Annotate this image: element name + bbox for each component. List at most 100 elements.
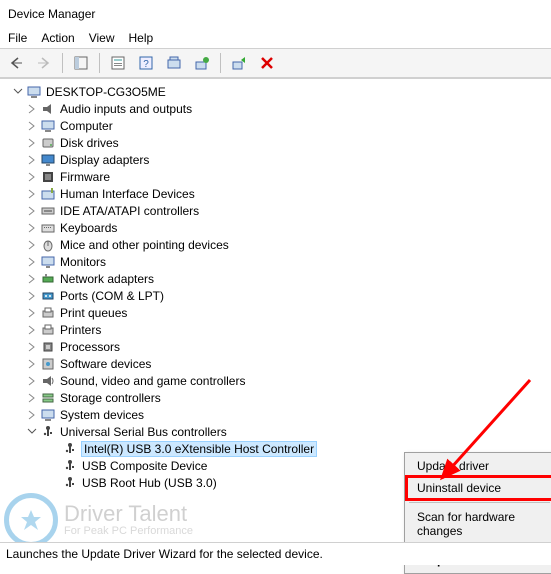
mouse-icon [40,237,56,253]
help-button[interactable]: ? [134,51,158,75]
menu-help[interactable]: Help [129,31,154,45]
tree-category-ide-ata-atapi-controllers[interactable]: IDE ATA/ATAPI controllers [4,202,551,219]
expand-icon[interactable] [26,205,38,217]
item-label: USB Root Hub (USB 3.0) [82,476,217,490]
expand-icon[interactable] [26,120,38,132]
tree-root[interactable]: DESKTOP-CG3O5ME [4,83,551,100]
expand-icon[interactable] [26,103,38,115]
audio-icon [40,101,56,117]
enable-device-button[interactable] [227,51,251,75]
menu-view[interactable]: View [89,31,115,45]
menu-scan-hardware[interactable]: Scan for hardware changes [407,506,551,542]
category-label: Display adapters [60,153,149,167]
toolbar: ? [0,48,551,78]
expand-icon[interactable] [26,273,38,285]
menu-update-driver[interactable]: Update driver [407,455,551,477]
toolbar-separator [220,53,221,73]
back-button[interactable] [4,51,28,75]
monitor-icon [40,254,56,270]
show-hide-tree-button[interactable] [69,51,93,75]
tree-category-universal-serial-bus-controllers[interactable]: Universal Serial Bus controllers [4,423,551,440]
computer-icon [40,118,56,134]
expand-icon[interactable] [26,188,38,200]
expand-icon[interactable] [12,86,24,98]
category-label: Storage controllers [60,391,161,405]
forward-button[interactable] [32,51,56,75]
keyboard-icon [40,220,56,236]
expand-icon[interactable] [26,392,38,404]
ide-icon [40,203,56,219]
tree-category-computer[interactable]: Computer [4,117,551,134]
tree-category-monitors[interactable]: Monitors [4,253,551,270]
expand-icon[interactable] [26,171,38,183]
menubar: File Action View Help [0,28,551,48]
update-driver-button[interactable] [190,51,214,75]
hid-icon [40,186,56,202]
menu-file[interactable]: File [8,31,27,45]
svg-text:?: ? [143,59,149,70]
tree-category-storage-controllers[interactable]: Storage controllers [4,389,551,406]
firmware-icon [40,169,56,185]
tree-category-display-adapters[interactable]: Display adapters [4,151,551,168]
category-label: Universal Serial Bus controllers [60,425,227,439]
usb-icon [62,475,78,491]
network-icon [40,271,56,287]
usb-icon [62,441,78,457]
tree-category-keyboards[interactable]: Keyboards [4,219,551,236]
tree-category-firmware[interactable]: Firmware [4,168,551,185]
cpu-icon [40,339,56,355]
tree-category-sound-video-and-game-controllers[interactable]: Sound, video and game controllers [4,372,551,389]
tree-category-human-interface-devices[interactable]: Human Interface Devices [4,185,551,202]
expand-icon[interactable] [26,222,38,234]
category-label: Print queues [60,306,127,320]
expand-icon[interactable] [26,154,38,166]
system-icon [40,407,56,423]
category-label: Human Interface Devices [60,187,195,201]
menu-separator [409,502,550,503]
tree-category-ports-com-lpt[interactable]: Ports (COM & LPT) [4,287,551,304]
expand-icon[interactable] [26,426,38,438]
tree-category-printers[interactable]: Printers [4,321,551,338]
sound-icon [40,373,56,389]
expand-icon[interactable] [26,358,38,370]
expand-icon[interactable] [26,409,38,421]
scan-hardware-button[interactable] [162,51,186,75]
expand-icon[interactable] [26,256,38,268]
category-label: Mice and other pointing devices [60,238,229,252]
category-label: Printers [60,323,101,337]
expand-icon[interactable] [26,239,38,251]
menu-action[interactable]: Action [41,31,74,45]
expand-icon[interactable] [26,324,38,336]
toolbar-separator [99,53,100,73]
expand-icon[interactable] [26,290,38,302]
display-icon [40,152,56,168]
tree-category-processors[interactable]: Processors [4,338,551,355]
expand-icon[interactable] [26,375,38,387]
tree-category-system-devices[interactable]: System devices [4,406,551,423]
root-label: DESKTOP-CG3O5ME [46,85,166,99]
tree-category-software-devices[interactable]: Software devices [4,355,551,372]
toolbar-separator [62,53,63,73]
expand-icon[interactable] [26,307,38,319]
storage-icon [40,390,56,406]
expand-icon[interactable] [26,137,38,149]
tree-category-mice-and-other-pointing-devices[interactable]: Mice and other pointing devices [4,236,551,253]
computer-icon [26,84,42,100]
tree-category-disk-drives[interactable]: Disk drives [4,134,551,151]
tree-category-network-adapters[interactable]: Network adapters [4,270,551,287]
printq-icon [40,305,56,321]
menu-uninstall-device[interactable]: Uninstall device [407,477,551,499]
statusbar: Launches the Update Driver Wizard for th… [0,542,551,565]
category-label: Network adapters [60,272,154,286]
category-label: Ports (COM & LPT) [60,289,164,303]
disk-icon [40,135,56,151]
category-label: Computer [60,119,113,133]
uninstall-device-button[interactable] [255,51,279,75]
item-label: USB Composite Device [82,459,207,473]
category-label: Software devices [60,357,151,371]
tree-category-print-queues[interactable]: Print queues [4,304,551,321]
category-label: System devices [60,408,144,422]
properties-button[interactable] [106,51,130,75]
tree-category-audio-inputs-and-outputs[interactable]: Audio inputs and outputs [4,100,551,117]
expand-icon[interactable] [26,341,38,353]
